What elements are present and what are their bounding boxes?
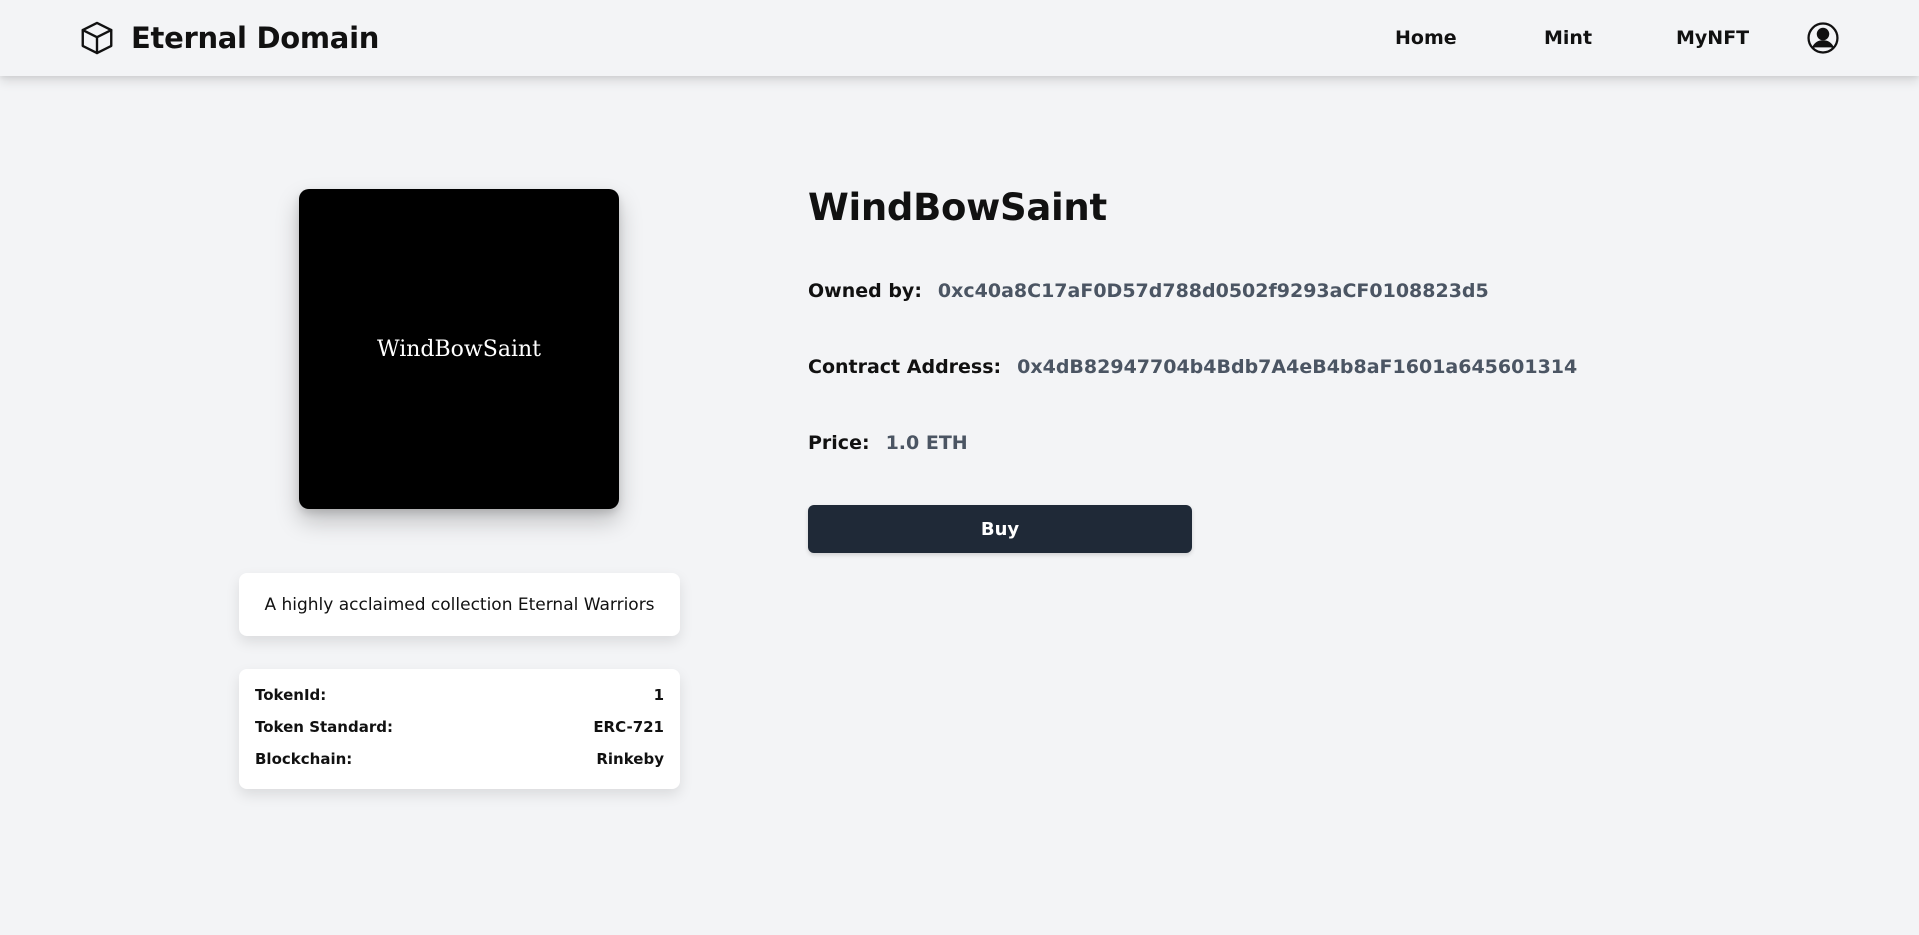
buy-button[interactable]: Buy — [808, 505, 1192, 553]
nft-image-text: WindBowSaint — [377, 336, 541, 362]
nav-link-mint[interactable]: Mint — [1544, 24, 1592, 52]
nft-title: WindBowSaint — [808, 186, 1107, 229]
price-label: Price: — [808, 432, 870, 454]
nav-link-home[interactable]: Home — [1395, 24, 1457, 52]
detail-value: ERC-721 — [593, 718, 664, 736]
description-card: A highly acclaimed collection Eternal Wa… — [239, 573, 680, 636]
owner-address: 0xc40a8C17aF0D57d788d0502f9293aCF0108823… — [937, 280, 1489, 302]
detail-row-token-standard: Token Standard: ERC-721 — [255, 718, 664, 750]
detail-value: Rinkeby — [596, 750, 664, 768]
price-row: Price: 1.0 ETH — [808, 432, 968, 454]
detail-label: Token Standard: — [255, 718, 393, 736]
detail-row-blockchain: Blockchain: Rinkeby — [255, 750, 664, 782]
brand-name: Eternal Domain — [131, 21, 380, 55]
owner-label: Owned by: — [808, 280, 922, 302]
nft-description: A highly acclaimed collection Eternal Wa… — [264, 594, 655, 615]
detail-label: Blockchain: — [255, 750, 353, 768]
detail-value: 1 — [653, 686, 664, 704]
user-circle-icon[interactable] — [1805, 20, 1841, 56]
details-card: TokenId: 1 Token Standard: ERC-721 Block… — [239, 669, 680, 789]
owner-row: Owned by: 0xc40a8C17aF0D57d788d0502f9293… — [808, 280, 1489, 302]
detail-label: TokenId: — [255, 686, 327, 704]
price-value: 1.0 ETH — [885, 432, 968, 454]
contract-label: Contract Address: — [808, 356, 1002, 378]
contract-address: 0x4dB82947704b4Bdb7A4eB4b8aF1601a6456013… — [1017, 356, 1578, 378]
nft-image: WindBowSaint — [299, 189, 619, 509]
nav-link-mynft[interactable]: MyNFT — [1676, 24, 1749, 52]
cube-icon — [78, 19, 116, 57]
brand-link[interactable]: Eternal Domain — [78, 18, 379, 58]
contract-row: Contract Address: 0x4dB82947704b4Bdb7A4e… — [808, 356, 1577, 378]
navbar: Eternal Domain Home Mint MyNFT — [0, 0, 1919, 76]
detail-row-token-id: TokenId: 1 — [255, 686, 664, 718]
